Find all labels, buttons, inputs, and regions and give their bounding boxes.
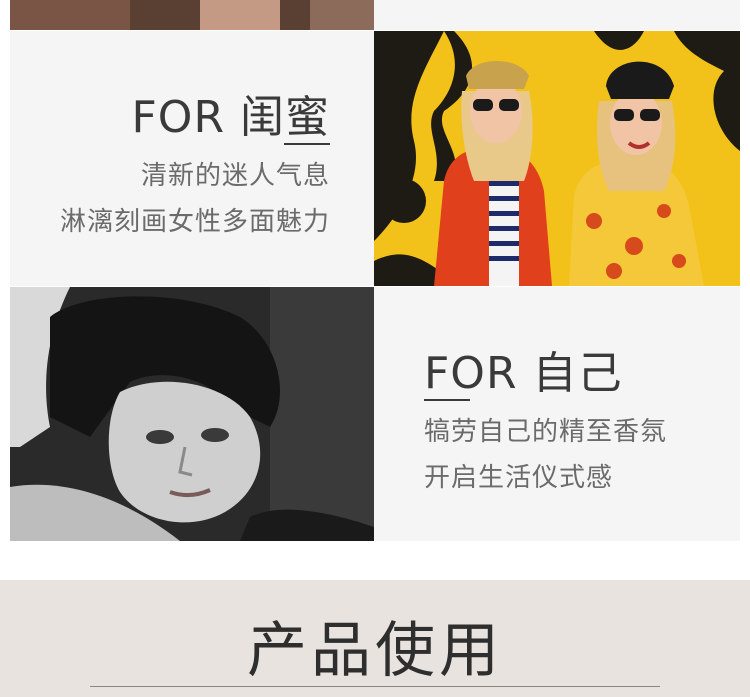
self-text-panel: FOR 自己 犒劳自己的精至香氛 开启生活仪式感 — [374, 287, 740, 541]
top-right-panel-strip — [374, 0, 740, 30]
product-usage-band: 产品使用 — [0, 580, 750, 697]
self-line-2: 开启生活仪式感 — [424, 463, 614, 493]
friends-heading: FOR 闺蜜 — [131, 92, 330, 143]
friends-line-2: 淋漓刻画女性多面魅力 — [59, 207, 330, 237]
friends-photo — [374, 31, 740, 286]
friends-photo-art — [374, 31, 740, 286]
self-portrait-photo — [10, 287, 374, 541]
top-left-photo-art — [10, 0, 374, 30]
friends-line-1: 清新的迷人气息 — [140, 161, 330, 191]
product-usage-divider — [90, 686, 660, 687]
top-left-photo-strip — [10, 0, 374, 30]
self-heading: FOR 自己 — [424, 348, 623, 399]
self-portrait-art — [10, 287, 374, 541]
friends-text-panel: FOR 闺蜜 清新的迷人气息 淋漓刻画女性多面魅力 — [10, 31, 374, 286]
self-heading-rule — [424, 399, 470, 401]
self-line-1: 犒劳自己的精至香氛 — [424, 417, 668, 447]
friends-heading-rule — [284, 143, 330, 145]
product-usage-title: 产品使用 — [247, 616, 503, 686]
